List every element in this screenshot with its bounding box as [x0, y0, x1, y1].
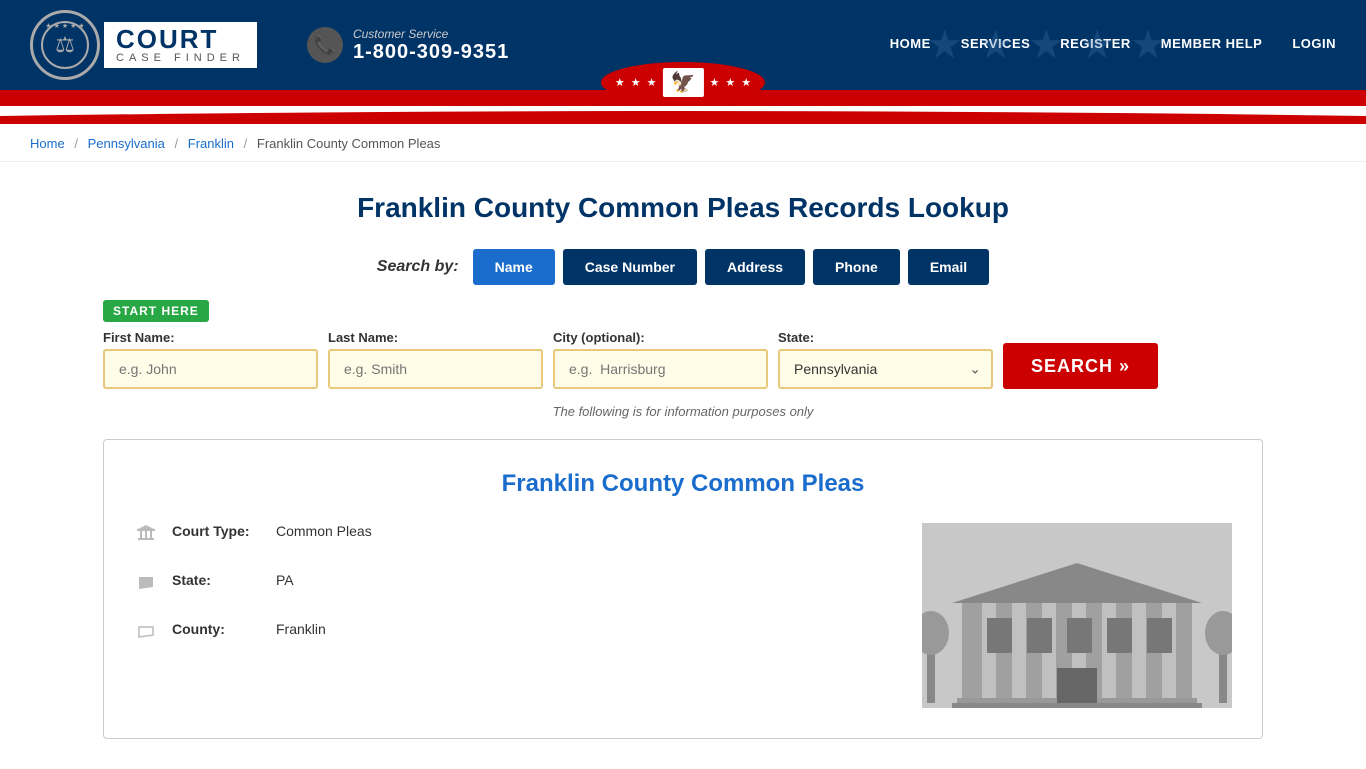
- breadcrumb-sep-2: /: [175, 136, 179, 151]
- court-info-title: Franklin County Common Pleas: [134, 470, 1232, 498]
- search-button[interactable]: SEARCH »: [1003, 343, 1158, 389]
- courthouse-image: [922, 523, 1232, 708]
- state-select-wrapper: Pennsylvania AlabamaAlaskaArizona Arkans…: [778, 349, 993, 389]
- breadcrumb-home[interactable]: Home: [30, 136, 65, 151]
- customer-service: 📞 Customer Service 1-800-309-9351: [307, 27, 509, 64]
- phone-icon: 📞: [307, 27, 343, 63]
- cs-label: Customer Service: [353, 27, 509, 41]
- nav-home[interactable]: HOME: [890, 36, 931, 55]
- last-name-label: Last Name:: [328, 330, 543, 345]
- detail-row-state: State: PA: [134, 572, 892, 599]
- search-form: First Name: Last Name: City (optional): …: [103, 330, 1263, 389]
- eagle-icon: 🦅: [663, 68, 704, 97]
- court-details-left: Court Type: Common Pleas State: PA Count…: [134, 523, 892, 708]
- court-info-card: Franklin County Common Pleas Court Type:…: [103, 439, 1263, 739]
- breadcrumb-current: Franklin County Common Pleas: [257, 136, 441, 151]
- detail-row-county: County: Franklin: [134, 621, 892, 648]
- cs-phone: 1-800-309-9351: [353, 41, 509, 64]
- city-group: City (optional):: [553, 330, 768, 389]
- breadcrumb-pennsylvania[interactable]: Pennsylvania: [88, 136, 165, 151]
- start-here-badge: START HERE: [103, 300, 209, 322]
- svg-text:★ ★ ★ ★ ★: ★ ★ ★ ★ ★: [45, 22, 84, 30]
- court-details-layout: Court Type: Common Pleas State: PA Count…: [134, 523, 1232, 708]
- breadcrumb-sep-1: /: [74, 136, 78, 151]
- page-title: Franklin County Common Pleas Records Loo…: [103, 192, 1263, 224]
- header-stars: ★ ★ ★ ★ ★: [927, 0, 1166, 90]
- first-name-input[interactable]: [103, 349, 318, 389]
- nav-member-help[interactable]: MEMBER HELP: [1161, 36, 1263, 55]
- search-by-label: Search by:: [377, 258, 459, 276]
- state-label: State:: [778, 330, 993, 345]
- search-form-section: START HERE First Name: Last Name: City (…: [103, 300, 1263, 389]
- first-name-label: First Name:: [103, 330, 318, 345]
- logo-emblem: ⚖ ★ ★ ★ ★ ★: [30, 10, 100, 80]
- state-detail-label: State:: [172, 572, 262, 588]
- tab-name[interactable]: Name: [473, 249, 555, 285]
- logo-court-text: COURT: [116, 26, 245, 52]
- nav-login[interactable]: LOGIN: [1292, 36, 1336, 55]
- last-name-input[interactable]: [328, 349, 543, 389]
- info-note: The following is for information purpose…: [103, 404, 1263, 419]
- court-photo: [922, 523, 1232, 708]
- state-select[interactable]: Pennsylvania AlabamaAlaskaArizona Arkans…: [778, 349, 993, 389]
- state-detail-value: PA: [276, 572, 294, 588]
- county-icon: [134, 622, 158, 648]
- breadcrumb-franklin[interactable]: Franklin: [188, 136, 234, 151]
- main-content: Franklin County Common Pleas Records Loo…: [83, 162, 1283, 769]
- eagle-badge: ★ ★ ★ 🦅 ★ ★ ★: [601, 62, 765, 103]
- logo-text: COURT CASE FINDER: [104, 22, 257, 68]
- detail-row-court-type: Court Type: Common Pleas: [134, 523, 892, 550]
- court-type-value: Common Pleas: [276, 523, 372, 539]
- court-type-label: Court Type:: [172, 523, 262, 539]
- state-icon: [134, 573, 158, 599]
- svg-text:⚖: ⚖: [55, 32, 75, 57]
- breadcrumb: Home / Pennsylvania / Franklin / Frankli…: [0, 126, 1366, 162]
- logo[interactable]: ⚖ ★ ★ ★ ★ ★ COURT CASE FINDER: [30, 10, 257, 80]
- county-label: County:: [172, 621, 262, 637]
- tab-address[interactable]: Address: [705, 249, 805, 285]
- court-type-icon: [134, 524, 158, 550]
- first-name-group: First Name:: [103, 330, 318, 389]
- breadcrumb-sep-3: /: [244, 136, 248, 151]
- state-group: State: Pennsylvania AlabamaAlaskaArizona…: [778, 330, 993, 389]
- tab-case-number[interactable]: Case Number: [563, 249, 697, 285]
- header-left: ⚖ ★ ★ ★ ★ ★ COURT CASE FINDER 📞 Customer…: [30, 10, 509, 80]
- search-by-row: Search by: Name Case Number Address Phon…: [103, 249, 1263, 285]
- cs-info: Customer Service 1-800-309-9351: [353, 27, 509, 64]
- logo-case-finder-text: CASE FINDER: [116, 52, 245, 64]
- city-input[interactable]: [553, 349, 768, 389]
- county-value: Franklin: [276, 621, 326, 637]
- red-wave-banner: ★ ★ ★ 🦅 ★ ★ ★: [0, 90, 1366, 106]
- city-label: City (optional):: [553, 330, 768, 345]
- last-name-group: Last Name:: [328, 330, 543, 389]
- tab-phone[interactable]: Phone: [813, 249, 900, 285]
- wave-svg: [0, 106, 1366, 124]
- tab-email[interactable]: Email: [908, 249, 989, 285]
